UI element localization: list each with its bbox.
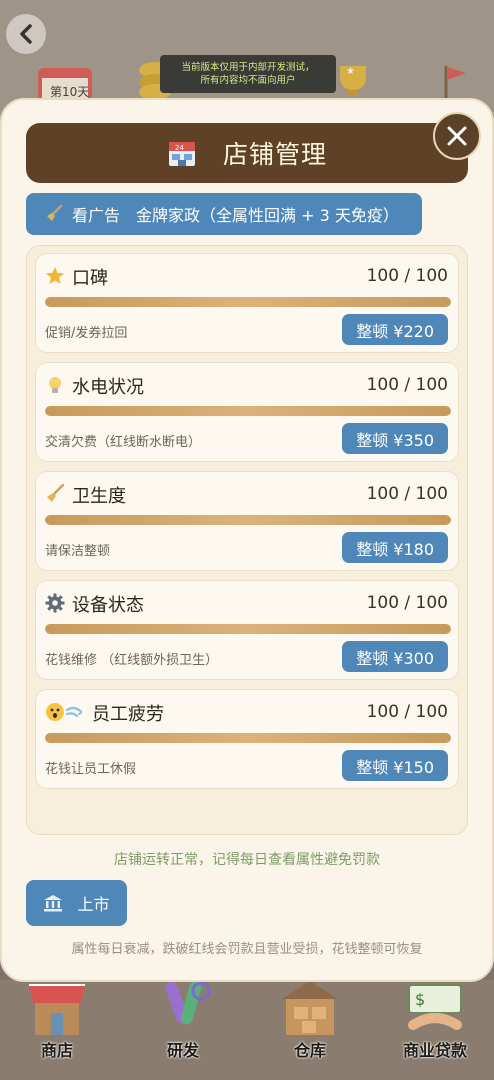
star-icon (46, 267, 64, 284)
test-tube-icon (151, 975, 215, 1039)
attribute-description: 请保洁整顿 (45, 544, 111, 559)
attribute-progress-bar (45, 515, 451, 525)
dev-test-notice: 当前版本仅用于内部开发测试， 所有内容均不面向用户 (160, 55, 336, 93)
close-icon (447, 126, 467, 146)
watch-ad-button[interactable]: 看广告 金牌家政（全属性回满 + 3 天免疫） (26, 193, 422, 235)
store-status-text: 店铺运转正常，记得每日查看属性避免罚款 (114, 852, 380, 868)
attribute-value: 100 / 100 (366, 702, 448, 722)
nav-research[interactable]: 研发 (128, 975, 238, 1075)
dev-test-notice-line2: 所有内容均不面向用户 (200, 75, 296, 86)
shop-icon (25, 975, 89, 1039)
attribute-description: 花钱让员工休假 (45, 762, 137, 777)
chevron-left-icon (20, 24, 32, 44)
attribute-progress-bar (45, 733, 451, 743)
attribute-progress-bar (45, 297, 451, 307)
attribute-progress-fill (45, 297, 451, 307)
attribute-name: 员工疲劳 (92, 704, 164, 725)
rectify-button[interactable]: 整顿 ¥300 (342, 641, 448, 672)
svg-text:24: 24 (175, 144, 184, 152)
nav-shop[interactable]: 商店 (2, 975, 112, 1075)
ipo-button[interactable]: 上市 (26, 880, 127, 926)
rectify-button[interactable]: 整顿 ¥150 (342, 750, 448, 781)
tired-face-icon (46, 703, 83, 721)
modal-title: 店铺管理 (222, 140, 327, 169)
ipo-label: 上市 (77, 895, 110, 914)
broom-icon (47, 484, 65, 502)
attribute-value: 100 / 100 (366, 484, 448, 504)
rectify-button[interactable]: 整顿 ¥180 (342, 532, 448, 563)
warehouse-icon (278, 975, 342, 1039)
attribute-card-utilities: 水电状况 100 / 100 交清欠费（红线断水断电） 整顿 ¥350 (35, 362, 459, 462)
attribute-name: 口碑 (72, 268, 108, 289)
watch-ad-label: 看广告 金牌家政（全属性回满 + 3 天免疫） (72, 206, 399, 225)
decay-hint-text: 属性每日衰减，跌破红线会罚款且营业受损，花钱整顿可恢复 (71, 942, 423, 957)
attribute-card-reputation: 口碑 100 / 100 促销/发券拉回 整顿 ¥220 (35, 253, 459, 353)
attribute-name: 水电状况 (72, 377, 144, 398)
nav-research-label: 研发 (166, 1041, 199, 1060)
svg-text:第10天: 第10天 (50, 85, 89, 99)
attribute-value: 100 / 100 (366, 266, 448, 286)
attribute-progress-fill (45, 733, 451, 743)
broom-icon (47, 204, 63, 221)
nav-loan[interactable]: $ 商业贷款 (380, 975, 490, 1075)
nav-loan-label: 商业贷款 (402, 1041, 467, 1060)
attribute-progress-bar (45, 406, 451, 416)
attribute-name: 设备状态 (72, 595, 144, 616)
svg-text:$: $ (415, 990, 425, 1009)
attribute-description: 促销/发券拉回 (45, 326, 128, 341)
back-button[interactable] (6, 14, 46, 54)
attribute-card-hygiene: 卫生度 100 / 100 请保洁整顿 整顿 ¥180 (35, 471, 459, 571)
attribute-value: 100 / 100 (366, 375, 448, 395)
bank-icon (44, 895, 63, 912)
attribute-card-staff-fatigue: 员工疲劳 100 / 100 花钱让员工休假 整顿 ¥150 (35, 689, 459, 789)
dev-test-notice-line1: 当前版本仅用于内部开发测试， (181, 62, 315, 73)
attribute-progress-bar (45, 624, 451, 634)
lightbulb-icon (49, 377, 61, 393)
modal-title-bar: 24 店铺管理 (26, 123, 468, 183)
attribute-description: 交清欠费（红线断水断电） (45, 435, 202, 450)
nav-shop-label: 商店 (40, 1041, 73, 1060)
attribute-name: 卫生度 (72, 486, 126, 507)
nav-warehouse[interactable]: 仓库 (255, 975, 365, 1075)
attribute-value: 100 / 100 (366, 593, 448, 613)
loan-icon: $ (403, 975, 467, 1039)
attribute-card-equipment: 设备状态 100 / 100 花钱维修 （红线额外损卫生） 整顿 ¥300 (35, 580, 459, 680)
attribute-progress-fill (45, 406, 451, 416)
rectify-button[interactable]: 整顿 ¥350 (342, 423, 448, 454)
gear-icon (45, 593, 65, 613)
attribute-progress-fill (45, 515, 451, 525)
nav-warehouse-label: 仓库 (293, 1041, 326, 1060)
svg-text:★: ★ (346, 66, 355, 77)
close-button[interactable] (433, 112, 481, 160)
rectify-button[interactable]: 整顿 ¥220 (342, 314, 448, 345)
attribute-progress-fill (45, 624, 451, 634)
attribute-description: 花钱维修 （红线额外损卫生） (45, 653, 219, 668)
convenience-store-icon: 24 (168, 142, 195, 166)
